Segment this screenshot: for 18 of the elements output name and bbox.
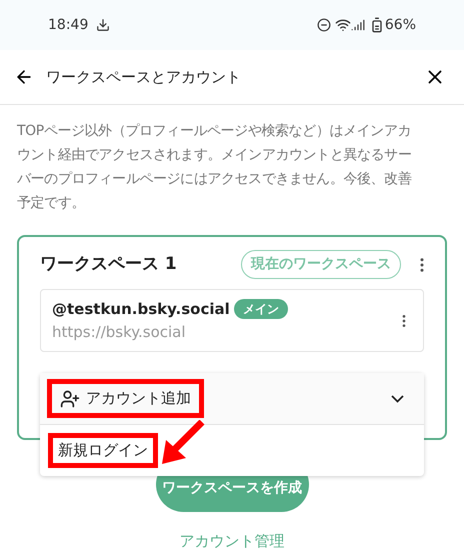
page-title: ワークスペースとアカウント: [46, 66, 241, 88]
account-card[interactable]: @testkun.bsky.social メイン https://bsky.social: [40, 289, 424, 352]
notice-text: TOPページ以外（プロフィールページや検索など）はメインアカウント経由でアクセスされます。メインアカウントと異なるサーバーのプロフィールページにはアクセスできません。今後、改善予定です。: [16, 122, 412, 213]
wifi-icon: [334, 17, 351, 33]
add-user-icon: [60, 388, 80, 408]
do-not-disturb-icon: [316, 18, 331, 32]
battery-level: 66%: [384, 16, 416, 34]
arrow-annotation: [160, 420, 206, 466]
account-handle: @testkun.bsky.social: [52, 299, 230, 320]
status-time: 18:49: [48, 16, 88, 34]
signal-icon: [350, 18, 365, 32]
account-server: https://bsky.social: [52, 322, 187, 342]
main-badge: メイン: [234, 299, 288, 320]
add-account-button[interactable]: アカウント追加: [47, 379, 204, 418]
download-icon: [96, 18, 110, 32]
current-workspace-badge: 現在のワークスペース: [241, 250, 401, 279]
new-login-item[interactable]: 新規ログイン: [48, 433, 158, 468]
workspace-title: ワークスペース 1: [40, 252, 177, 276]
